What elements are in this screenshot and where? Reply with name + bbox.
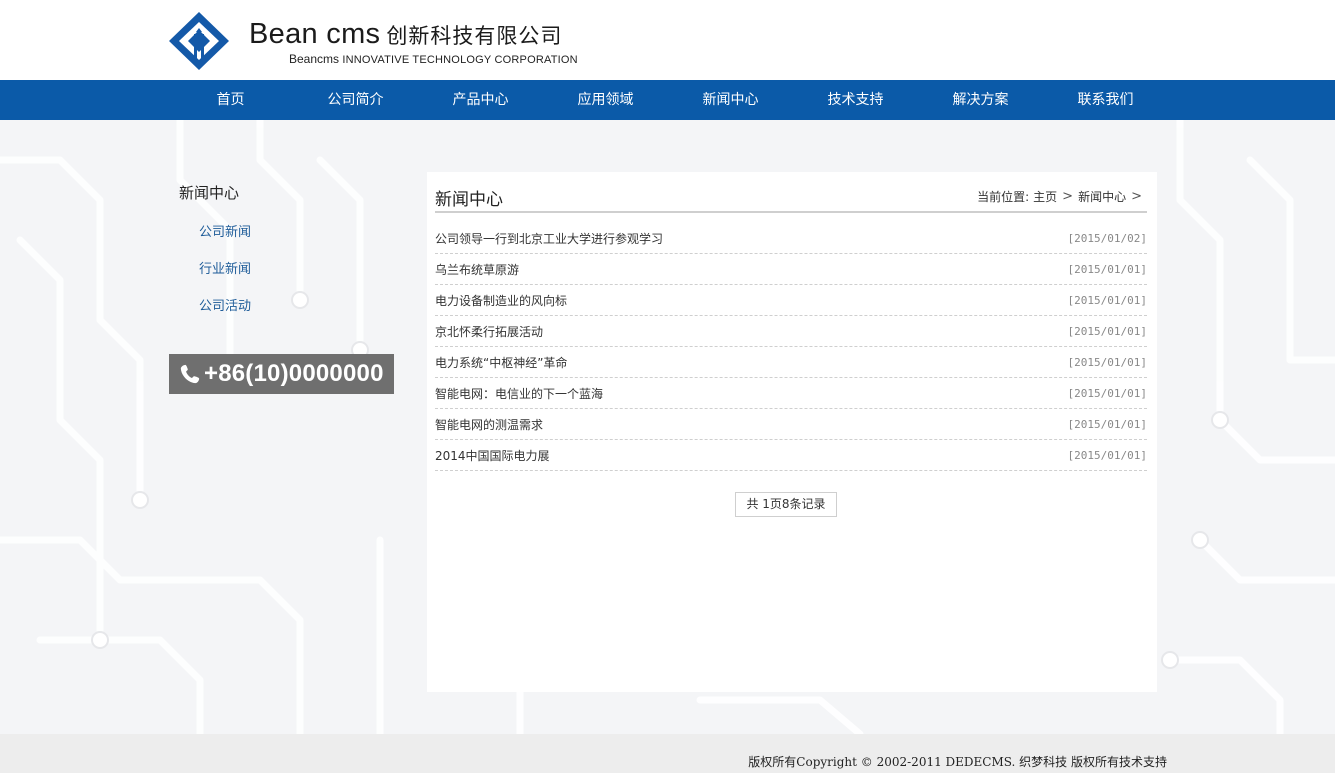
news-title[interactable]: 智能电网：电信业的下一个蓝海 (435, 385, 603, 402)
breadcrumb: 当前位置: 主页 > 新闻中心 > (977, 188, 1147, 205)
phone-banner: +86(10)0000000 (169, 354, 394, 394)
news-title[interactable]: 公司领导一行到北京工业大学进行参观学习 (435, 230, 663, 247)
news-date: [2015/01/01] (1067, 324, 1147, 338)
news-date: [2015/01/01] (1067, 293, 1147, 307)
breadcrumb-prefix: 当前位置: (977, 190, 1030, 204)
nav-item-applications[interactable]: 应用领域 (543, 80, 668, 120)
breadcrumb-separator-icon: > (1062, 189, 1074, 204)
news-date: [2015/01/01] (1067, 448, 1147, 462)
content-header: 新闻中心 当前位置: 主页 > 新闻中心 > (435, 180, 1147, 213)
copyright-text: 版权所有Copyright © 2002-2011 DEDECMS. 织梦科技 … (748, 755, 1167, 769)
page-title: 新闻中心 (435, 190, 503, 210)
nav-item-home[interactable]: 首页 (168, 80, 293, 120)
sidebar-title: 新闻中心 (179, 184, 240, 202)
nav-item-products[interactable]: 产品中心 (418, 80, 543, 120)
list-item: 2014中国国际电力展 [2015/01/01] (435, 440, 1147, 471)
nav-item-news[interactable]: 新闻中心 (668, 80, 793, 120)
news-title[interactable]: 2014中国国际电力展 (435, 447, 550, 464)
nav-item-support[interactable]: 技术支持 (793, 80, 918, 120)
logo-sub-en: INNOVATIVE TECHNOLOGY CORPORATION (342, 54, 578, 66)
breadcrumb-separator-icon: > (1131, 189, 1142, 204)
list-item: 智能电网的测温需求 [2015/01/01] (435, 409, 1147, 440)
list-item: 智能电网：电信业的下一个蓝海 [2015/01/01] (435, 378, 1147, 409)
nav-item-about[interactable]: 公司简介 (293, 80, 418, 120)
breadcrumb-current[interactable]: 新闻中心 (1078, 188, 1126, 205)
news-date: [2015/01/01] (1067, 386, 1147, 400)
main-content: 新闻中心 当前位置: 主页 > 新闻中心 > 公司领导一行到北京工业大学进行参观… (427, 172, 1157, 692)
nav-item-solutions[interactable]: 解决方案 (918, 80, 1043, 120)
logo-brand: Bean cms (249, 18, 381, 50)
news-date: [2015/01/01] (1067, 355, 1147, 369)
news-list: 公司领导一行到北京工业大学进行参观学习 [2015/01/02] 乌兰布统草原游… (435, 223, 1147, 471)
list-item: 京北怀柔行拓展活动 [2015/01/01] (435, 316, 1147, 347)
news-title[interactable]: 京北怀柔行拓展活动 (435, 323, 543, 340)
news-title[interactable]: 智能电网的测温需求 (435, 416, 543, 433)
logo[interactable]: Bean cms 创新科技有限公司 Beancms INNOVATIVE TEC… (167, 10, 578, 72)
sidebar-item-company-news[interactable]: 公司新闻 (169, 214, 394, 251)
sidebar-item-industry-news[interactable]: 行业新闻 (169, 251, 394, 288)
sidebar: 新闻中心 公司新闻 行业新闻 公司活动 (169, 172, 394, 325)
list-item: 电力系统“中枢神经”革命 [2015/01/01] (435, 347, 1147, 378)
nav-item-contact[interactable]: 联系我们 (1043, 80, 1168, 120)
news-title[interactable]: 乌兰布统草原游 (435, 261, 519, 278)
logo-company-cn: 创新科技有限公司 (386, 24, 563, 48)
phone-icon (180, 364, 200, 384)
news-date: [2015/01/02] (1067, 231, 1147, 245)
phone-number: +86(10)0000000 (204, 360, 384, 387)
news-date: [2015/01/01] (1067, 262, 1147, 276)
sidebar-item-company-events[interactable]: 公司活动 (169, 288, 394, 325)
list-item: 乌兰布统草原游 [2015/01/01] (435, 254, 1147, 285)
pagination-summary: 共 1页8条记录 (735, 492, 837, 517)
logo-mark-icon (169, 12, 229, 70)
news-title[interactable]: 电力系统“中枢神经”革命 (435, 354, 567, 371)
main-nav: 首页 公司简介 产品中心 应用领域 新闻中心 技术支持 解决方案 联系我们 (0, 80, 1335, 120)
list-item: 电力设备制造业的风向标 [2015/01/01] (435, 285, 1147, 316)
breadcrumb-home[interactable]: 主页 (1033, 188, 1057, 205)
site-footer: 版权所有Copyright © 2002-2011 DEDECMS. 织梦科技 … (0, 734, 1335, 773)
logo-sub-brand: Beancms (289, 52, 340, 66)
site-header: Bean cms 创新科技有限公司 Beancms INNOVATIVE TEC… (0, 0, 1335, 80)
news-date: [2015/01/01] (1067, 417, 1147, 431)
list-item: 公司领导一行到北京工业大学进行参观学习 [2015/01/02] (435, 223, 1147, 254)
news-title[interactable]: 电力设备制造业的风向标 (435, 292, 567, 309)
